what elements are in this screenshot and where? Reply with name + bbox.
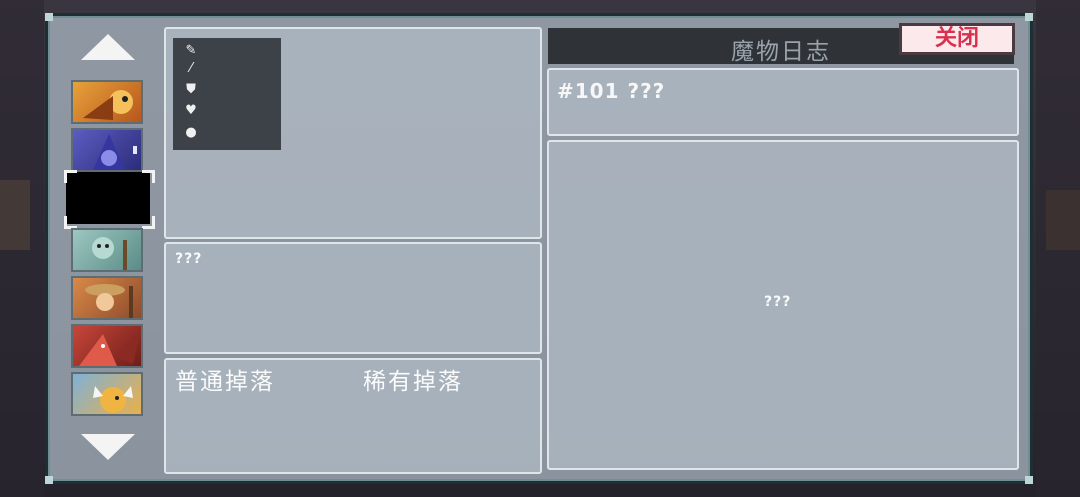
selection-corner [64,170,77,183]
skill-panel [164,242,542,354]
window-corner [1025,13,1033,21]
window-corner [45,476,53,484]
hat-bandit-monster-thumbnail[interactable] [71,276,143,320]
close-button[interactable]: 关闭 [899,23,1015,55]
shield-icon: ⛊ [186,82,196,97]
window-corner [1025,476,1033,484]
dialog-title: 魔物日志 [731,39,831,65]
window-corner [45,13,53,21]
heart-icon: ♥ [185,103,197,118]
golden-bird-monster-thumbnail[interactable] [71,80,143,124]
zombie-monster-thumbnail[interactable] [71,228,143,272]
blue-wizard-monster-thumbnail[interactable] [71,128,143,172]
golden-bird-icon [83,90,133,120]
scroll-down-button[interactable] [74,430,140,464]
rare-drop-label: 稀有掉落 [363,369,463,395]
scroll-up-button[interactable] [74,30,140,64]
hat-bandit-icon [85,284,133,318]
red-dragon-monster-thumbnail[interactable] [71,324,143,368]
unknown-monster-thumbnail[interactable] [66,172,150,224]
monster-info-text: ??? [764,294,792,310]
arrow-down-icon [81,434,135,460]
common-drop-label: 普通掉落 [175,369,275,395]
blue-wizard-icon [93,134,137,170]
selection-corner [142,216,155,229]
horned-beast-monster-thumbnail[interactable] [71,372,143,416]
staff-icon: ⁄ [189,61,193,76]
skill-name: ??? [175,251,203,267]
horned-beast-icon [93,386,133,413]
selection-corner [142,170,155,183]
zombie-icon [92,237,127,270]
drop-icon: ● [185,125,197,140]
sword-icon: ✎ [185,43,197,58]
monster-id: #101 ??? [557,79,666,103]
arrow-up-icon [81,34,135,60]
red-dragon-icon [79,334,139,366]
